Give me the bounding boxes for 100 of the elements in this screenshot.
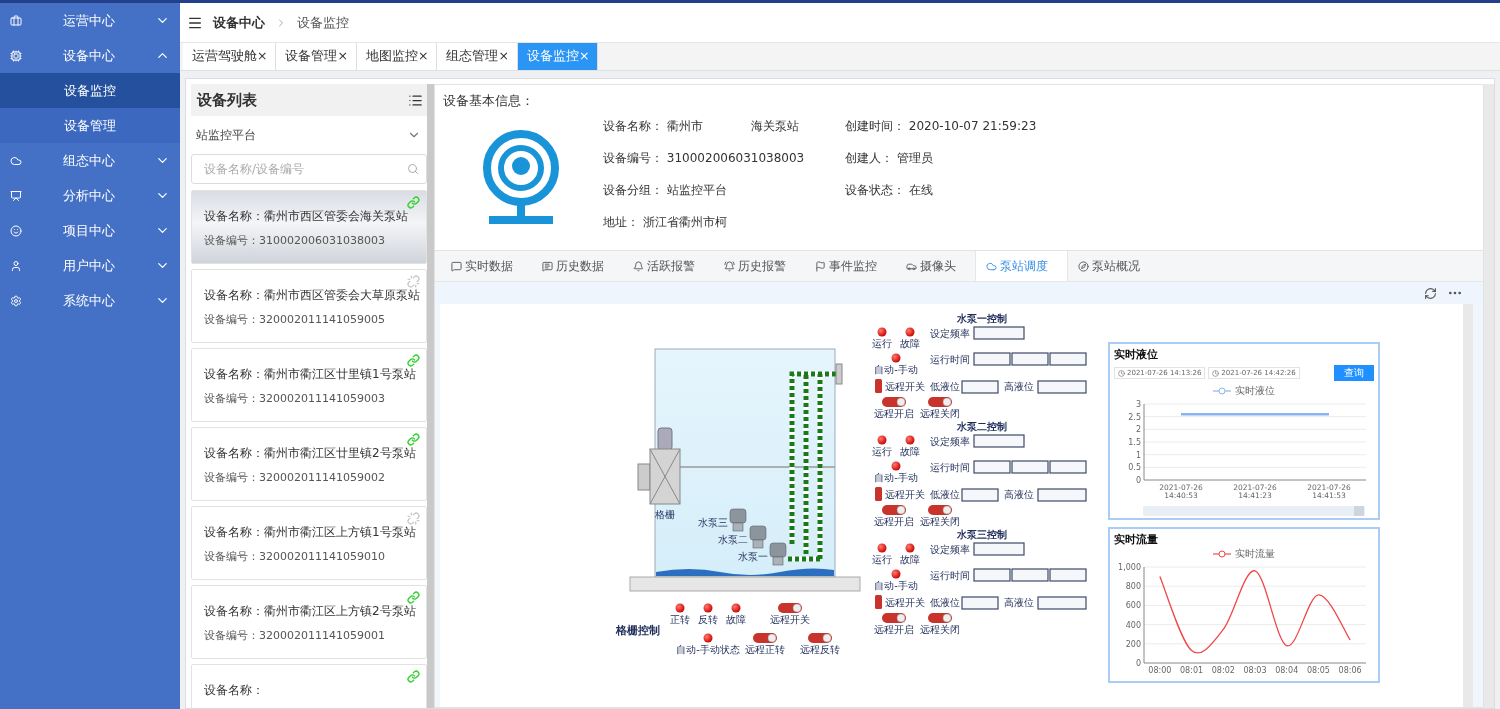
detail-tab[interactable]: 实时数据 [441,251,532,281]
device-card[interactable]: 设备名称：衢州市西区管委会海关泵站 设备编号：310002006031038003 [191,190,427,264]
readout-box [1037,488,1087,502]
info-field: 创建人： 管理员 [845,150,1105,167]
scrollbar[interactable] [1463,304,1473,707]
sidebar-item[interactable]: 用户中心 [0,248,180,283]
list-icon[interactable] [408,92,423,108]
menu-item-icon [10,189,22,202]
indicator-light [905,327,915,337]
readout-box [1037,596,1087,610]
scrollbar[interactable] [427,84,434,708]
diagram-label: 水泵三控制 [957,529,1007,540]
page-tab[interactable]: 组态管理× [437,43,518,70]
device-card[interactable]: 设备名称：衢州市西区管委会大草原泵站 设备编号：320002011141059005 [191,269,427,343]
diagram-label: 格栅 [655,509,675,520]
tab-icon [1078,260,1089,272]
readout-box [973,434,1025,448]
axis-tick-label: 08:00 [1148,666,1172,675]
sidebar-item[interactable]: 设备中心 [0,38,180,73]
detail-tab[interactable]: 历史报警 [714,251,805,281]
sidebar-item[interactable]: 运营中心 [0,3,180,38]
readout-box [961,488,999,502]
toggle-switch[interactable] [778,603,802,613]
axis-tick-label: 2 [1135,425,1141,435]
diagram-label: 远程开启 [874,624,914,635]
toggle-switch[interactable] [882,397,906,407]
device-code: 设备编号：320002011141059002 [204,470,386,485]
readout-box [961,596,999,610]
readout-box [961,380,999,394]
detail-tab[interactable]: 泵站调度 [975,251,1068,281]
device-card[interactable]: 设备名称：衢州市衢江区上方镇2号泵站 设备编号：320002011141059001 [191,585,427,659]
axis-tick-label: 08:02 [1211,666,1235,675]
diagram-label: 设定频率 [930,544,970,555]
unlink-icon [407,275,420,288]
indicator-light [891,569,901,579]
device-name: 设备名称：衢州市衢江区上方镇1号泵站 [204,524,416,541]
detail-tab[interactable]: 泵站概况 [1068,251,1159,281]
toggle-switch[interactable] [882,505,906,515]
toggle-switch[interactable] [882,613,906,623]
zoom-slider[interactable] [1143,506,1365,516]
device-name: 设备名称：衢州市衢江区廿里镇2号泵站 [204,445,416,462]
toggle-switch[interactable] [928,613,952,623]
device-name: 设备名称：衢州市西区管委会海关泵站 [204,208,408,225]
detail-tab[interactable]: 事件监控 [805,251,896,281]
diagram-label: 运行时间 [930,462,970,473]
axis-tick-label: 800 [1125,582,1141,592]
axis-tick-label: 600 [1125,601,1141,611]
page-tab[interactable]: 运营驾驶舱× [183,43,277,70]
sidebar-subitem[interactable]: 设备管理 [0,108,180,143]
sidebar-item[interactable]: 系统中心 [0,283,180,318]
device-card[interactable]: 设备名称：衢州市衢江区上方镇1号泵站 设备编号：320002011141059010 [191,506,427,580]
diagram-label: 故障 [726,614,746,625]
sidebar-item[interactable]: 组态中心 [0,143,180,178]
diagram-label: 水泵二 [718,534,748,545]
search-field[interactable]: 设备名称/设备编号 [191,154,427,184]
diagram-label: 远程开关 [885,489,925,500]
axis-tick-label: 1,000 [1118,563,1141,572]
breadcrumb-item[interactable]: 设备中心 [213,13,265,32]
diagram-label: 低液位 [930,489,960,500]
toggle-switch[interactable] [808,633,832,643]
menu-item-icon [10,224,22,237]
readout-box [1037,380,1087,394]
device-card[interactable]: 设备名称： [191,664,427,708]
search-icon [407,163,419,175]
toggle-switch[interactable] [928,397,952,407]
device-card[interactable]: 设备名称：衢州市衢江区廿里镇1号泵站 设备编号：320002011141059003 [191,348,427,422]
page-tab[interactable]: 地图监控× [356,43,438,70]
refresh-icon[interactable] [1424,286,1437,300]
menu-item-icon [10,49,22,62]
diagram-label: 低液位 [930,381,960,392]
diagram-label: 远程关闭 [920,408,960,419]
readout-box [973,326,1025,340]
diagram-label: 远程关闭 [920,624,960,635]
sidebar-subitem[interactable]: 设备监控 [0,73,180,108]
group-dropdown[interactable]: 站监控平台 [191,116,427,154]
indicator-light [891,353,901,363]
detail-tab[interactable]: 活跃报警 [623,251,714,281]
toggle-switch[interactable] [928,505,952,515]
device-code: 设备编号：320002011141059005 [204,312,386,327]
legend-label: 实时液位 [1235,384,1275,398]
device-code: 设备编号：320002011141059010 [204,549,386,564]
sidebar-item[interactable]: 项目中心 [0,213,180,248]
chart-title: 实时液位 [1114,347,1159,362]
indicator-light [703,603,713,613]
info-title: 设备基本信息： [443,93,535,110]
scrollbar[interactable] [1484,84,1494,708]
info-field: 设备分组： 站监控平台 [603,182,845,199]
page-tab[interactable]: 设备管理× [276,43,357,70]
indicator-light [877,327,887,337]
axis-tick-label: 1 [1135,450,1141,460]
detail-tab[interactable]: 历史数据 [532,251,623,281]
sidebar-item[interactable]: 分析中心 [0,178,180,213]
device-name: 设备名称：衢州市衢江区上方镇2号泵站 [204,603,416,620]
toggle-switch[interactable] [753,633,777,643]
diagram-label: 故障 [900,554,920,565]
readout-box [1049,460,1087,474]
device-card[interactable]: 设备名称：衢州市衢江区廿里镇2号泵站 设备编号：320002011141059002 [191,427,427,501]
diagram-label: 远程反转 [800,644,840,655]
detail-tab[interactable]: 摄像头 [896,251,975,281]
tab-icon [451,260,462,272]
